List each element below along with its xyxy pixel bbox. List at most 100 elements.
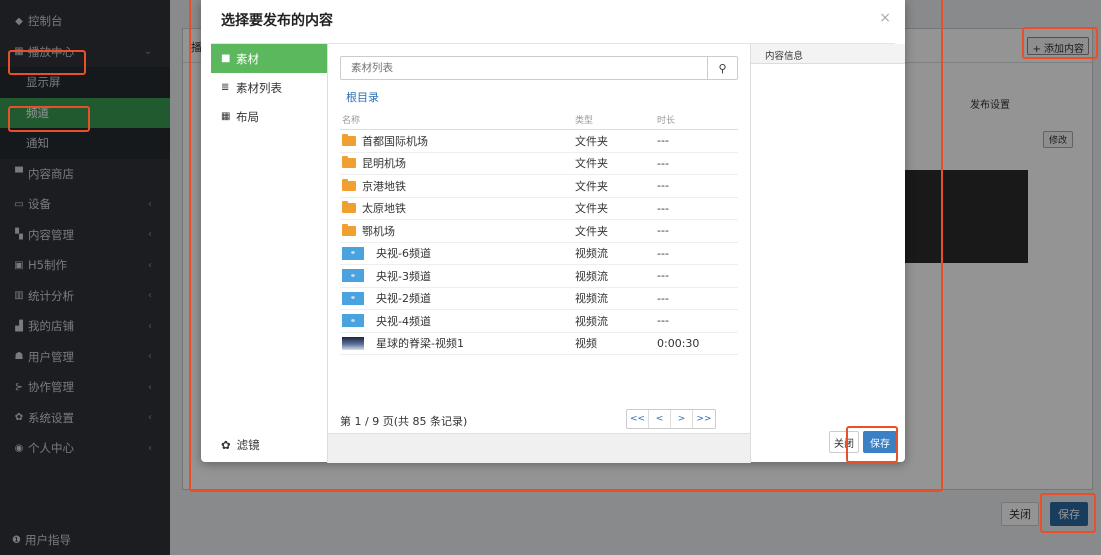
column-type: 类型: [575, 116, 594, 126]
table-row[interactable]: 星球的脊梁-视频1 视频 0:00:30: [340, 333, 738, 355]
row-name: 首都国际机场: [362, 134, 428, 148]
column-name: 名称: [342, 116, 361, 126]
highlight-play-center: [8, 50, 86, 75]
source-tabs: ■ 素材 ≣ 素材列表 ▦ 布局 ✿ 滤镜: [211, 44, 328, 463]
link-icon: ⚭: [342, 291, 364, 305]
tab-label: 布局: [236, 109, 259, 124]
folder-icon: ■: [221, 53, 231, 64]
link-icon: ⚭: [342, 314, 364, 328]
search-icon: ⚲: [718, 61, 727, 75]
layout-icon: ▦: [221, 111, 231, 122]
table-row[interactable]: ⚭ 央视-6频道 视频流 ---: [340, 243, 738, 265]
row-duration: ---: [657, 224, 669, 238]
row-type: 文件夹: [575, 202, 608, 216]
video-thumbnail: [342, 336, 364, 350]
row-type: 文件夹: [575, 134, 608, 148]
table-row[interactable]: 首都国际机场 文件夹 ---: [340, 130, 738, 153]
gear-icon: ✿: [221, 438, 231, 452]
row-name: 央视-6频道: [376, 247, 431, 261]
tab-label: 素材列表: [236, 80, 282, 95]
pagination-info: 第 1 / 9 页(共 85 条记录): [340, 415, 468, 428]
row-name: 央视-3频道: [376, 269, 431, 283]
row-duration: ---: [657, 134, 669, 148]
row-name-cell: 星球的脊梁-视频1: [340, 335, 575, 351]
list-icon: ≣: [221, 82, 230, 93]
tab-label: 素材: [236, 51, 259, 66]
column-duration: 时长: [657, 116, 676, 126]
folder-icon: [342, 156, 356, 169]
table-row[interactable]: 京港地铁 文件夹 ---: [340, 175, 738, 198]
row-type: 视频: [575, 337, 597, 351]
next-page-button[interactable]: >: [671, 410, 693, 428]
first-page-button[interactable]: <<: [627, 410, 649, 428]
folder-icon: [342, 201, 356, 214]
row-name: 太原地铁: [362, 202, 406, 216]
table-row[interactable]: 鄂机场 文件夹 ---: [340, 220, 738, 243]
row-duration: ---: [657, 246, 669, 260]
breadcrumb-root[interactable]: 根目录: [346, 89, 379, 105]
dialog-body: ■素材≣素材列表▦布局 ✿ 滤镜 ⚲ 根目录 名称 类型 时长 首都国际机场文: [211, 43, 905, 463]
row-name-cell: ⚭ 央视-2频道: [340, 290, 575, 306]
row-type: 文件夹: [575, 179, 608, 193]
content-info-title: 内容信息: [751, 44, 905, 64]
material-table: 名称 类型 时长 首都国际机场 文件夹 --- 昆明机场 文件夹 --- 京港地铁 文件夹 --…: [340, 110, 738, 355]
table-row[interactable]: 太原地铁 文件夹 ---: [340, 198, 738, 220]
row-type: 文件夹: [575, 157, 608, 171]
row-name: 昆明机场: [362, 157, 406, 171]
row-duration: ---: [657, 156, 669, 170]
row-name-cell: ⚭ 央视-4频道: [340, 313, 575, 329]
folder-icon: [342, 178, 356, 191]
tab-material[interactable]: ■ 素材: [211, 44, 327, 73]
row-name: 央视-4频道: [376, 314, 431, 328]
row-name: 鄂机场: [362, 224, 395, 238]
dialog-title: 选择要发布的内容: [221, 13, 333, 29]
highlight-channel: [8, 106, 90, 132]
highlight-add-content: [1022, 27, 1098, 59]
table-row[interactable]: 昆明机场 文件夹 ---: [340, 153, 738, 175]
row-name-cell: 京港地铁: [340, 178, 575, 194]
link-icon: ⚭: [342, 269, 364, 283]
row-duration: ---: [657, 291, 669, 305]
material-list-pane: ⚲ 根目录 名称 类型 时长 首都国际机场文件夹---昆明机场文件夹---京港地…: [328, 44, 750, 463]
row-type: 文件夹: [575, 224, 608, 238]
row-duration: ---: [657, 269, 669, 283]
search-box: ⚲: [340, 56, 738, 80]
prev-page-button[interactable]: <: [649, 410, 671, 428]
tab-material-list[interactable]: ≣ 素材列表: [211, 73, 327, 102]
table-row[interactable]: ⚭ 央视-2频道 视频流 ---: [340, 288, 738, 310]
row-duration: ---: [657, 314, 669, 328]
dialog-footer-bar: [328, 433, 750, 463]
row-name-cell: 鄂机场: [340, 223, 575, 239]
table-row[interactable]: ⚭ 央视-4频道 视频流 ---: [340, 310, 738, 333]
highlight-dialog-save: [846, 426, 898, 463]
row-name-cell: 昆明机场: [340, 155, 575, 171]
close-icon[interactable]: ×: [879, 10, 891, 26]
row-name-cell: 首都国际机场: [340, 133, 575, 149]
filter-label: 滤镜: [236, 438, 260, 452]
link-icon: ⚭: [342, 246, 364, 260]
pagination: << < > >>: [626, 409, 716, 429]
row-duration: ---: [657, 201, 669, 215]
folder-icon: [342, 133, 356, 146]
highlight-main-save: [1040, 493, 1096, 533]
row-duration: ---: [657, 179, 669, 193]
row-name-cell: 太原地铁: [340, 200, 575, 216]
filter-button[interactable]: ✿ 滤镜: [221, 437, 260, 453]
tab-layout[interactable]: ▦ 布局: [211, 102, 327, 131]
row-name: 央视-2频道: [376, 292, 431, 306]
row-type: 视频流: [575, 247, 608, 261]
content-info-pane: 内容信息 关闭 保存: [750, 44, 905, 463]
row-duration: 0:00:30: [657, 336, 700, 350]
row-type: 视频流: [575, 292, 608, 306]
row-name: 京港地铁: [362, 179, 406, 193]
search-button[interactable]: ⚲: [707, 57, 737, 79]
row-name: 星球的脊梁-视频1: [376, 337, 464, 351]
row-name-cell: ⚭ 央视-6频道: [340, 245, 575, 261]
table-header: 名称 类型 时长: [340, 110, 738, 130]
search-input[interactable]: [341, 57, 709, 79]
row-type: 视频流: [575, 269, 608, 283]
last-page-button[interactable]: >>: [693, 410, 715, 428]
folder-icon: [342, 223, 356, 236]
table-row[interactable]: ⚭ 央视-3频道 视频流 ---: [340, 265, 738, 288]
row-name-cell: ⚭ 央视-3频道: [340, 268, 575, 284]
